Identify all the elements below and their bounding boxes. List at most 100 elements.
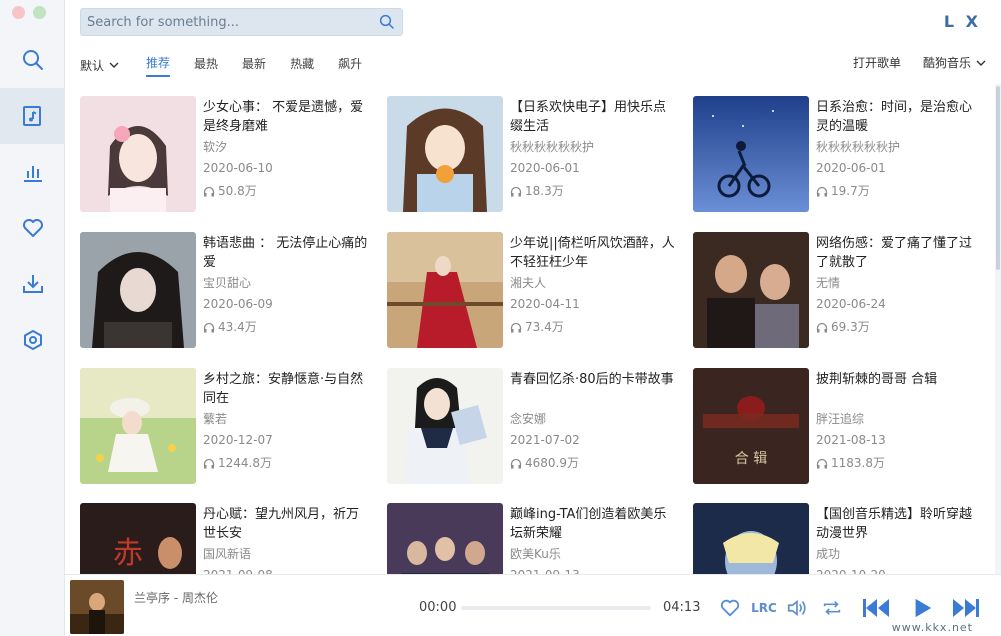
watermark: www.kkx.net xyxy=(891,621,973,634)
play-count: 50.8万 xyxy=(203,183,368,200)
sidebar-item-favorites[interactable] xyxy=(0,200,65,256)
tab-newest[interactable]: 最新 xyxy=(242,55,266,76)
tab-recommended[interactable]: 推荐 xyxy=(146,54,171,77)
playlist-card[interactable]: 青春回忆杀·80后的卡带故事 念安娜 2021-07-02 4680.9万 xyxy=(387,368,687,484)
chevron-down-icon xyxy=(976,60,986,66)
sidebar-item-downloads[interactable] xyxy=(0,256,65,312)
headphones-icon xyxy=(816,458,828,468)
like-button[interactable] xyxy=(719,597,741,619)
lyrics-button[interactable]: LRC xyxy=(751,597,777,619)
music-list-icon xyxy=(22,106,41,126)
playlist-card[interactable]: 【国创音乐精选】聆听穿越动漫世界 成功 2020-10-20 xyxy=(693,503,993,574)
headphones-icon xyxy=(816,186,828,196)
playlist-author: 宝贝甜心 xyxy=(203,276,252,290)
play-count: 4680.9万 xyxy=(510,455,675,472)
playlist-author: 秋秋秋秋秋秋护 xyxy=(816,140,901,154)
playlist-cover: 合 辑 xyxy=(693,368,809,484)
tab-rising[interactable]: 飙升 xyxy=(338,55,362,76)
sidebar-item-charts[interactable] xyxy=(0,144,65,200)
playlist-date: 2020-12-07 xyxy=(203,433,273,447)
playlist-title: 青春回忆杀·80后的卡带故事 xyxy=(510,372,674,387)
volume-button[interactable] xyxy=(785,597,809,619)
playlist-cover xyxy=(693,96,809,212)
sidebar-item-playlists[interactable] xyxy=(0,88,65,144)
playlist-cover xyxy=(693,503,809,574)
source-dropdown[interactable]: 酷狗音乐 xyxy=(923,54,987,71)
search-icon[interactable] xyxy=(378,13,396,31)
play-icon xyxy=(915,598,932,618)
playlist-title: 少女心事： 不爱是遗憾，爱是终身磨难 xyxy=(203,100,364,134)
progress-bar[interactable] xyxy=(461,606,651,610)
total-time: 04:13 xyxy=(663,600,701,615)
playlist-date: 2020-06-09 xyxy=(203,297,273,311)
settings-icon xyxy=(23,329,42,351)
close-window-button[interactable] xyxy=(12,6,25,19)
tab-hot-collected[interactable]: 热藏 xyxy=(290,55,314,76)
playlist-card[interactable]: 网络伤感：爱了痛了懂了过了就散了 无情 2020-06-24 69.3万 xyxy=(693,232,993,348)
playlist-card[interactable]: 巅峰ing-TA们创造着欧美乐坛新荣耀 欧美Ku乐 2021-09-13 xyxy=(387,503,687,574)
next-button[interactable] xyxy=(951,597,981,619)
playlist-title: 网络伤感：爱了痛了懂了过了就散了 xyxy=(816,236,973,270)
playlist-date: 2020-06-10 xyxy=(203,161,273,175)
playlist-card[interactable]: 合 辑 披荆斩棘的哥哥 合辑 胖汪追综 2021-08-13 1183.8万 xyxy=(693,368,993,484)
playlist-title: 日系治愈：时间，是治愈心灵的温暖 xyxy=(816,100,973,134)
headphones-icon xyxy=(816,322,828,332)
playlist-grid: 少女心事： 不爱是遗憾，爱是终身磨难 软汐 2020-06-10 50.8万 【… xyxy=(80,96,995,574)
play-button[interactable] xyxy=(907,597,937,619)
sidebar xyxy=(0,0,65,636)
playlist-cover xyxy=(80,368,196,484)
app-logo: L X xyxy=(943,12,981,31)
headphones-icon xyxy=(510,186,522,196)
tab-hottest[interactable]: 最热 xyxy=(194,55,218,76)
playlist-title: 【国创音乐精选】聆听穿越动漫世界 xyxy=(816,507,973,541)
playlist-cover xyxy=(387,368,503,484)
heart-icon xyxy=(720,599,740,617)
repeat-button[interactable] xyxy=(820,597,844,619)
header-actions: 打开歌单 酷狗音乐 xyxy=(853,54,987,71)
playlist-card[interactable]: 日系治愈：时间，是治愈心灵的温暖 秋秋秋秋秋秋护 2020-06-01 19.7… xyxy=(693,96,993,212)
prev-icon xyxy=(863,599,889,617)
window-controls xyxy=(12,6,46,19)
playlist-title: 乡村之旅：安静惬意·与自然同在 xyxy=(203,372,364,406)
playlist-card[interactable]: 赤 丹心赋：望九州风月，祈万世长安 国风新语 2021-09-08 xyxy=(80,503,380,574)
now-playing-cover[interactable] xyxy=(70,580,124,634)
svg-text:合 辑: 合 辑 xyxy=(735,451,767,467)
heart-icon xyxy=(22,219,43,237)
headphones-icon xyxy=(510,322,522,332)
current-time: 00:00 xyxy=(419,600,457,615)
playlist-title: 丹心赋：望九州风月，祈万世长安 xyxy=(203,507,360,541)
playlist-card[interactable]: 乡村之旅：安静惬意·与自然同在 蘩若 2020-12-07 1244.8万 xyxy=(80,368,380,484)
play-count: 43.4万 xyxy=(203,319,368,336)
previous-button[interactable] xyxy=(861,597,891,619)
playlist-card[interactable]: 少女心事： 不爱是遗憾，爱是终身磨难 软汐 2020-06-10 50.8万 xyxy=(80,96,380,212)
playlist-author: 秋秋秋秋秋秋护 xyxy=(510,140,595,154)
sidebar-item-search[interactable] xyxy=(0,32,65,88)
playlist-date: 2020-10-20 xyxy=(816,567,981,574)
playlist-date: 2021-08-13 xyxy=(816,433,886,447)
search-box xyxy=(80,8,403,36)
playlist-date: 2020-06-24 xyxy=(816,297,886,311)
playlist-author: 念安娜 xyxy=(510,412,547,426)
scrollbar-thumb[interactable] xyxy=(996,86,1000,270)
play-count: 1244.8万 xyxy=(203,455,368,472)
playlist-cover: 赤 xyxy=(80,503,196,574)
search-input[interactable] xyxy=(87,12,367,32)
player-bar: 兰亭序 - 周杰伦 00:00 04:13 LRC www.kkx.net xyxy=(65,574,1001,636)
playlist-date: 2021-07-02 xyxy=(510,433,580,447)
playlist-date: 2020-06-01 xyxy=(816,161,886,175)
search-icon xyxy=(22,50,43,70)
playlist-title: 披荆斩棘的哥哥 合辑 xyxy=(816,372,938,387)
playlist-author: 成功 xyxy=(816,547,841,561)
playlist-card[interactable]: 韩语悲曲 ： 无法停止心痛的爱 宝贝甜心 2020-06-09 43.4万 xyxy=(80,232,380,348)
maximize-window-button[interactable] xyxy=(33,6,46,19)
open-playlist-button[interactable]: 打开歌单 xyxy=(853,54,901,71)
sidebar-item-settings[interactable] xyxy=(0,312,65,368)
source-label: 酷狗音乐 xyxy=(922,56,971,70)
svg-text:赤: 赤 xyxy=(113,536,143,571)
now-playing-title: 兰亭序 - 周杰伦 xyxy=(134,591,218,605)
sort-dropdown[interactable]: 默认 xyxy=(80,57,120,74)
playlist-card[interactable]: 【日系欢快电子】用快乐点缀生活 秋秋秋秋秋秋护 2020-06-01 18.3万 xyxy=(387,96,687,212)
playlist-date: 2020-04-11 xyxy=(510,297,580,311)
playlist-card[interactable]: 少年说||倚栏听风饮酒醉，人不轻狂枉少年 湘夫人 2020-04-11 73.4… xyxy=(387,232,687,348)
playlist-author: 蘩若 xyxy=(203,412,228,426)
